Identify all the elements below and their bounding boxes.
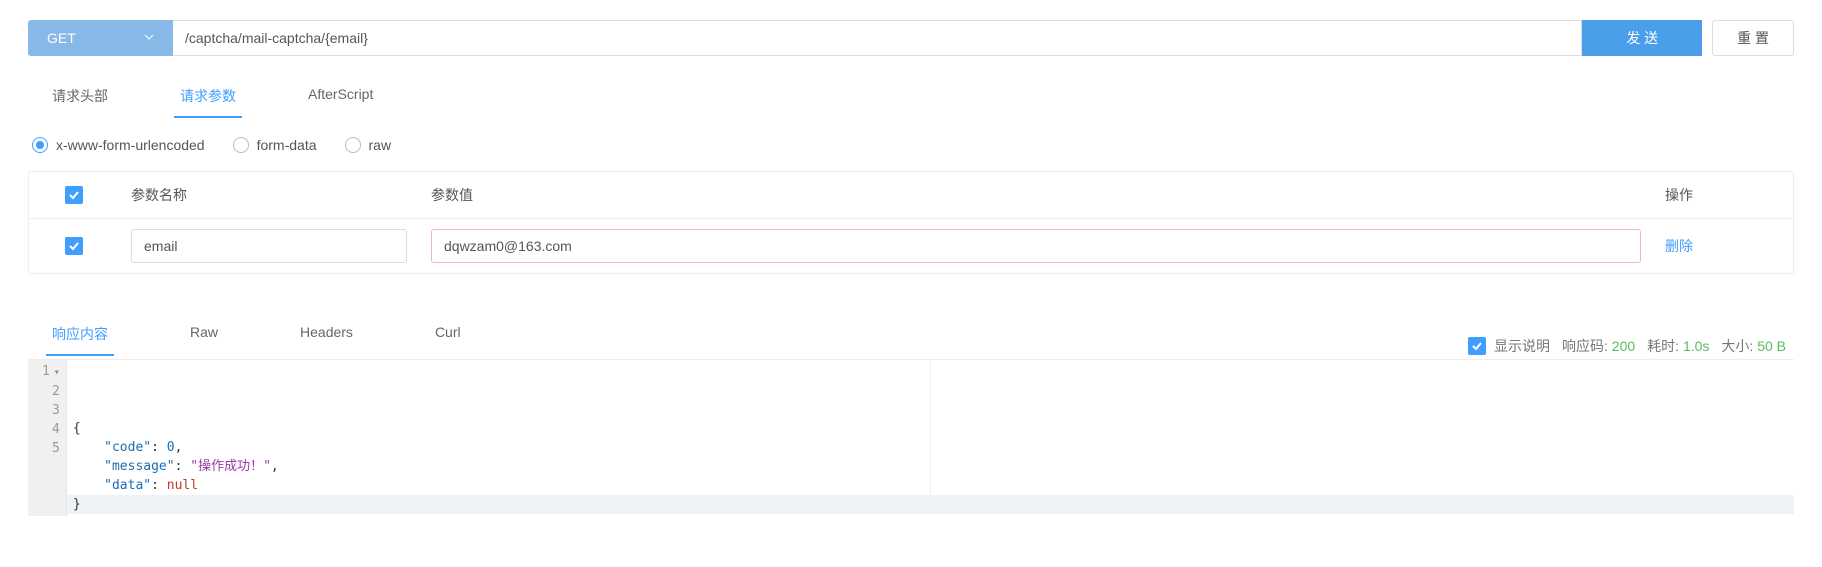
radio-formdata[interactable]: form-data — [233, 137, 317, 153]
response-meta: 显示说明 响应码: 200 耗时: 1.0s 大小: 50 B — [1468, 336, 1794, 356]
body-type-radio-group: x-www-form-urlencoded form-data raw — [28, 137, 1794, 153]
send-button[interactable]: 发 送 — [1582, 20, 1702, 56]
method-select[interactable]: GET — [28, 20, 173, 56]
method-value: GET — [47, 30, 76, 46]
tab-request-params[interactable]: 请求参数 — [174, 76, 242, 118]
line-gutter: 1▾2345 — [28, 360, 67, 516]
line-number: 2 — [42, 382, 60, 401]
response-code-value: 200 — [1612, 338, 1635, 354]
tab-afterscript[interactable]: AfterScript — [302, 76, 379, 118]
header-param-action: 操作 — [1653, 175, 1793, 215]
tab-request-headers[interactable]: 请求头部 — [46, 76, 114, 118]
request-tabs: 请求头部 请求参数 AfterScript — [28, 76, 1794, 119]
tab-response-curl[interactable]: Curl — [429, 314, 467, 356]
radio-urlencoded-label: x-www-form-urlencoded — [56, 137, 205, 153]
show-desc-label: 显示说明 — [1494, 336, 1550, 356]
line-number: 1▾ — [42, 362, 60, 382]
table-row: 删除 — [29, 219, 1793, 273]
response-tabs: 响应内容 Raw Headers Curl — [28, 314, 485, 356]
response-size-label: 大小: — [1721, 338, 1753, 354]
params-table: 参数名称 参数值 操作 删除 — [28, 171, 1794, 274]
code-body: { "code": 0, "message": "操作成功！", "data":… — [67, 360, 1794, 516]
code-editor[interactable]: 1▾2345 { "code": 0, "message": "操作成功！", … — [28, 359, 1794, 516]
line-number: 5 — [42, 439, 60, 458]
line-number: 4 — [42, 420, 60, 439]
response-section: 响应内容 Raw Headers Curl 显示说明 响应码: 200 耗时: — [28, 314, 1794, 516]
checkbox-all[interactable] — [65, 186, 83, 204]
delete-button[interactable]: 删除 — [1665, 236, 1693, 256]
radio-circle-icon — [233, 137, 249, 153]
checkbox-show-desc[interactable] — [1468, 337, 1486, 355]
params-header-row: 参数名称 参数值 操作 — [29, 172, 1793, 219]
url-input[interactable] — [173, 20, 1582, 56]
radio-raw-label: raw — [369, 137, 392, 153]
param-value-input[interactable] — [431, 229, 1641, 263]
radio-circle-icon — [345, 137, 361, 153]
tab-response-headers[interactable]: Headers — [294, 314, 359, 356]
response-size-value: 50 B — [1757, 338, 1786, 354]
checkbox-row[interactable] — [65, 237, 83, 255]
tab-response-content[interactable]: 响应内容 — [46, 314, 114, 356]
header-param-name: 参数名称 — [119, 175, 419, 215]
param-name-input[interactable] — [131, 229, 407, 263]
vertical-divider — [930, 360, 931, 516]
radio-formdata-label: form-data — [257, 137, 317, 153]
reset-button[interactable]: 重 置 — [1712, 20, 1794, 56]
chevron-down-icon — [144, 32, 154, 45]
response-code-label: 响应码: — [1562, 338, 1608, 354]
radio-raw[interactable]: raw — [345, 137, 392, 153]
request-bar: GET 发 送 重 置 — [28, 20, 1794, 56]
response-time-value: 1.0s — [1683, 338, 1709, 354]
line-number: 3 — [42, 401, 60, 420]
radio-urlencoded[interactable]: x-www-form-urlencoded — [32, 137, 205, 153]
radio-circle-icon — [32, 137, 48, 153]
tab-response-raw[interactable]: Raw — [184, 314, 224, 356]
header-param-value: 参数值 — [419, 175, 1653, 215]
fold-icon[interactable]: ▾ — [52, 363, 60, 382]
response-time-label: 耗时: — [1647, 338, 1679, 354]
